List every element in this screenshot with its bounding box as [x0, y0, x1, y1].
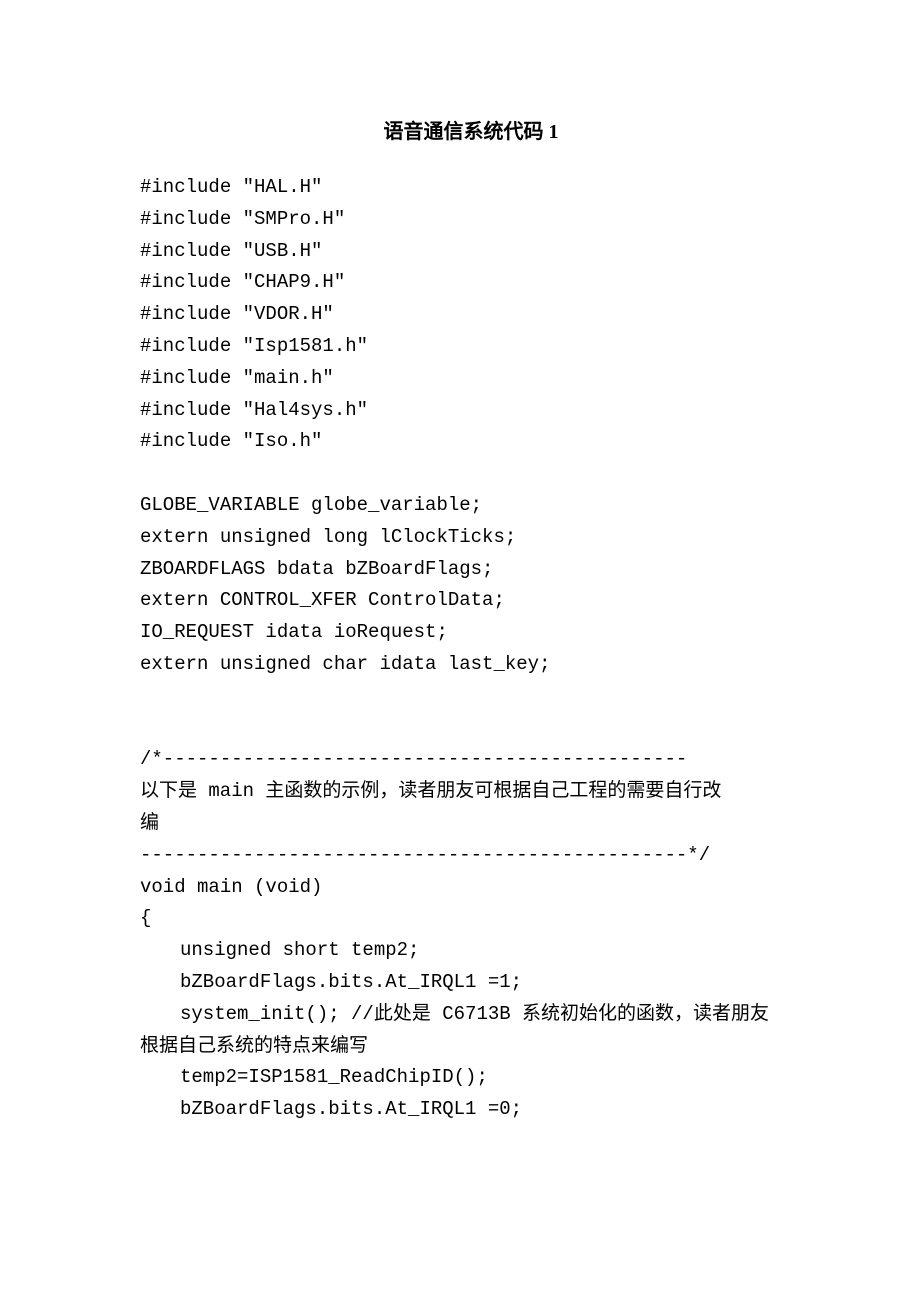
include-line: #include "Iso.h" [140, 426, 802, 458]
body-line: bZBoardFlags.bits.At_IRQL1 =1; [140, 967, 802, 999]
declaration-line: ZBOARDFLAGS bdata bZBoardFlags; [140, 554, 802, 586]
comment-line: ----------------------------------------… [140, 840, 802, 872]
body-line: bZBoardFlags.bits.At_IRQL1 =0; [140, 1094, 802, 1126]
include-line: #include "SMPro.H" [140, 204, 802, 236]
include-line: #include "Isp1581.h" [140, 331, 802, 363]
comment-line: 编 [140, 808, 802, 840]
body-line-wrap: 根据自己系统的特点来编写 [140, 1031, 802, 1063]
comment-line: /*--------------------------------------… [140, 744, 802, 776]
blank-line [140, 458, 802, 490]
body-line: unsigned short temp2; [140, 935, 802, 967]
include-line: #include "VDOR.H" [140, 299, 802, 331]
body-line: system_init(); //此处是 C6713B 系统初始化的函数，读者朋… [140, 999, 802, 1031]
main-signature: void main (void) [140, 872, 802, 904]
include-line: #include "CHAP9.H" [140, 267, 802, 299]
declaration-line: extern unsigned char idata last_key; [140, 649, 802, 681]
include-line: #include "HAL.H" [140, 172, 802, 204]
include-line: #include "main.h" [140, 363, 802, 395]
include-line: #include "USB.H" [140, 236, 802, 268]
document-title: 语音通信系统代码 1 [140, 115, 802, 144]
blank-line [140, 681, 802, 713]
body-line: temp2=ISP1581_ReadChipID(); [140, 1062, 802, 1094]
blank-line [140, 713, 802, 745]
declaration-line: GLOBE_VARIABLE globe_variable; [140, 490, 802, 522]
include-line: #include "Hal4sys.h" [140, 395, 802, 427]
declaration-line: IO_REQUEST idata ioRequest; [140, 617, 802, 649]
comment-line: 以下是 main 主函数的示例，读者朋友可根据自己工程的需要自行改 [140, 776, 802, 808]
brace-open: { [140, 903, 802, 935]
document-page: 语音通信系统代码 1 #include "HAL.H" #include "SM… [0, 0, 920, 1126]
declaration-line: extern CONTROL_XFER ControlData; [140, 585, 802, 617]
declaration-line: extern unsigned long lClockTicks; [140, 522, 802, 554]
